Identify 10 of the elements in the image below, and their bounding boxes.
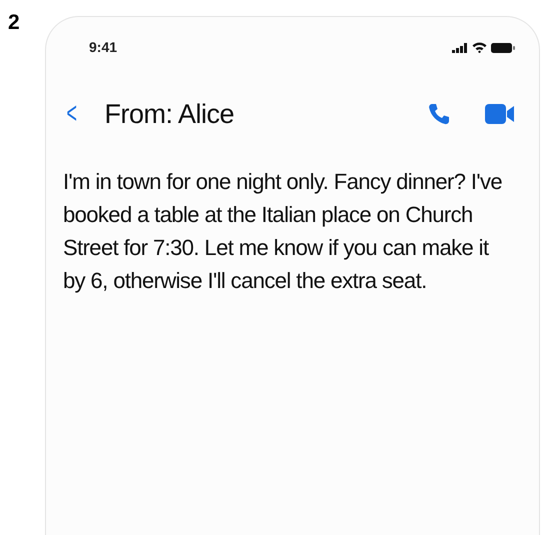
conversation-title: From: Alice (104, 98, 234, 131)
back-button[interactable]: < (66, 99, 78, 130)
signal-icon (452, 42, 468, 52)
status-time: 9:41 (89, 38, 118, 57)
phone-icon[interactable] (427, 102, 451, 126)
video-camera-icon[interactable] (485, 104, 515, 124)
battery-icon (491, 42, 515, 52)
wifi-icon (472, 42, 487, 53)
figure-label: 2 (8, 12, 21, 33)
message-text: I'm in town for one night only. Fancy dinner? I've booked a table at the Italian place on Church Street for 7:30. Let me know if you can make it by 6, otherwise I'll cancel the extra seat. (63, 168, 504, 295)
